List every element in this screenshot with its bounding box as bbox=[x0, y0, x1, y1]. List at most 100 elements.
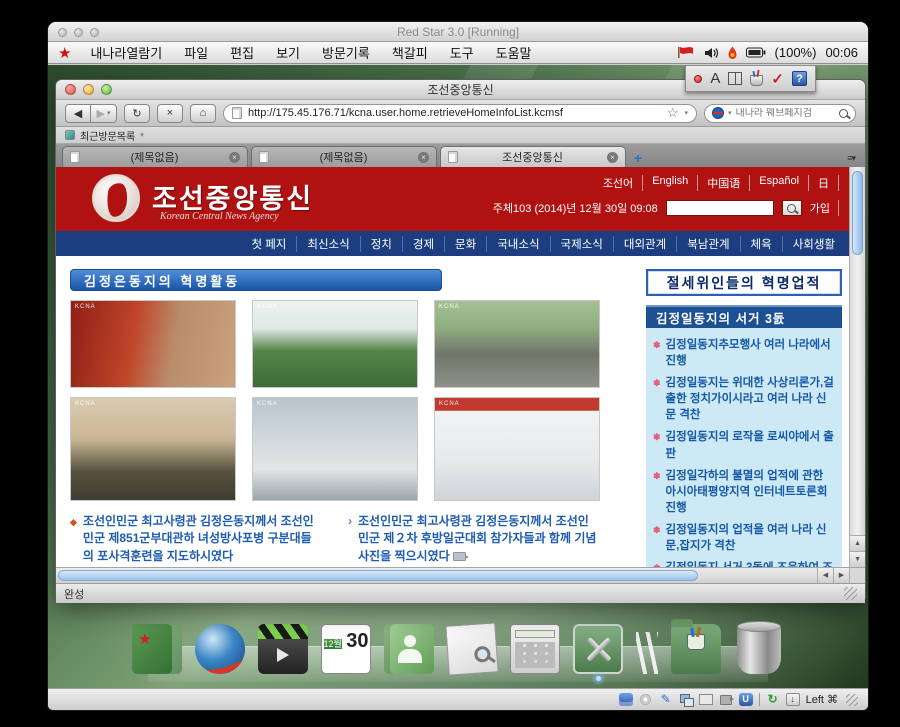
photo-facility[interactable]: KCNA bbox=[434, 397, 600, 501]
bookmark-dropdown-icon[interactable]: ▾ bbox=[140, 131, 144, 139]
tab-close-icon[interactable]: × bbox=[607, 152, 618, 163]
palette-close-button[interactable] bbox=[694, 75, 702, 83]
new-tab-button[interactable]: + bbox=[629, 149, 647, 167]
vm-pointer-icon[interactable]: ✎ bbox=[659, 693, 673, 706]
pen-cup-icon[interactable] bbox=[750, 75, 763, 86]
stop-button[interactable]: × bbox=[157, 104, 183, 123]
dock-calendar-icon[interactable]: 12월 30 bbox=[321, 624, 371, 674]
bookmark-recent-visits[interactable]: 최근방문목록 bbox=[80, 128, 135, 143]
flame-icon[interactable] bbox=[728, 46, 737, 59]
speaker-icon[interactable] bbox=[704, 47, 719, 59]
nav-external[interactable]: 대외관계 bbox=[613, 236, 676, 252]
tab-list-icon[interactable]: ≡▾ bbox=[843, 153, 859, 167]
list-item[interactable]: ✽김정일각하의 불멸의 업적에 관한 아시아태평양지역 인터네트토론회 진행 bbox=[653, 468, 835, 516]
history-dropdown-icon[interactable]: ▾ bbox=[107, 109, 111, 117]
list-item[interactable]: ✽김정일동지 서거 3돐에 즈음하여 조선재외대표부들에서 행사 진행 bbox=[653, 560, 835, 567]
menu-bookmarks[interactable]: 책갈피 bbox=[381, 43, 439, 62]
browser-zoom-button[interactable] bbox=[101, 84, 112, 95]
nav-domestic[interactable]: 국내소식 bbox=[486, 236, 549, 252]
dock-contacts-icon[interactable] bbox=[384, 624, 434, 674]
lang-korean[interactable]: 조선어 bbox=[594, 175, 643, 191]
caption-artillery-drill[interactable]: ◆ 조선인민군 최고사령관 김정은동지께서 조선인민군 제851군부대관하 녀성… bbox=[70, 513, 320, 565]
scroll-right-button[interactable]: ▶ bbox=[833, 568, 849, 583]
url-dropdown-icon[interactable]: ▾ bbox=[684, 109, 688, 117]
photo-hall[interactable]: KCNA bbox=[70, 397, 236, 501]
nav-social[interactable]: 사회생활 bbox=[782, 236, 845, 252]
tab-close-icon[interactable]: × bbox=[418, 152, 429, 163]
photo-troops[interactable]: KCNA bbox=[434, 300, 600, 388]
browser-window-controls[interactable] bbox=[65, 84, 112, 95]
lang-spanish[interactable]: Español bbox=[750, 175, 809, 191]
vm-video-capture-icon[interactable] bbox=[719, 693, 733, 706]
nav-politics[interactable]: 정치 bbox=[360, 236, 402, 252]
vm-close-button[interactable] bbox=[58, 28, 67, 37]
site-search-button[interactable] bbox=[782, 200, 802, 216]
site-search-input[interactable] bbox=[666, 200, 774, 216]
lang-english[interactable]: English bbox=[643, 175, 698, 191]
url-field[interactable]: ☆ ▾ bbox=[223, 104, 697, 123]
nav-north-south[interactable]: 북남관계 bbox=[676, 236, 739, 252]
vm-mouse-integration-icon[interactable]: ↻ bbox=[766, 693, 780, 706]
help-icon[interactable]: ? bbox=[792, 71, 807, 86]
vm-keyboard-capture-icon[interactable]: ↓ bbox=[786, 693, 800, 706]
tab-untitled-2[interactable]: (제목없음) × bbox=[251, 146, 437, 167]
dock-settings-icon[interactable] bbox=[573, 624, 623, 674]
tab-kcna-active[interactable]: 조선중앙통신 × bbox=[440, 146, 626, 167]
dock-media-player-icon[interactable] bbox=[258, 624, 308, 674]
vm-optical-drive-icon[interactable] bbox=[639, 693, 653, 706]
scroll-left-button[interactable]: ◀ bbox=[817, 568, 833, 583]
nav-economy[interactable]: 경제 bbox=[402, 236, 444, 252]
scroll-down-button[interactable]: ▼ bbox=[850, 551, 865, 567]
vm-resize-grip-icon[interactable] bbox=[846, 694, 858, 706]
url-input[interactable] bbox=[248, 107, 661, 119]
flag-icon[interactable] bbox=[677, 46, 695, 59]
columns-tool-icon[interactable] bbox=[728, 72, 742, 85]
list-item[interactable]: ✽김정일동지추모행사 여러 나라에서 진행 bbox=[653, 337, 835, 369]
browser-close-button[interactable] bbox=[65, 84, 76, 95]
list-item[interactable]: ✽김정일동지는 위대한 사상리론가,걸출한 정치가이시라고 여러 나라 신문 격… bbox=[653, 375, 835, 423]
join-link[interactable]: 가입 bbox=[810, 200, 839, 216]
lang-japanese[interactable]: 日 bbox=[809, 175, 839, 191]
dock-search-icon[interactable] bbox=[445, 622, 498, 675]
horizontal-scroll-thumb[interactable] bbox=[58, 570, 698, 581]
menu-tools[interactable]: 도구 bbox=[439, 43, 485, 62]
menu-help[interactable]: 도움말 bbox=[485, 43, 543, 62]
list-item[interactable]: ✽김정일동지의 로작을 로씨야에서 출판 bbox=[653, 429, 835, 461]
menu-app[interactable]: 내나라열람기 bbox=[79, 43, 173, 62]
battery-icon[interactable] bbox=[746, 47, 766, 58]
dock-browser-icon[interactable] bbox=[195, 624, 245, 674]
lang-chinese[interactable]: 中国语 bbox=[698, 175, 750, 191]
photo-podium[interactable]: KCNA bbox=[70, 300, 236, 388]
menu-view[interactable]: 보기 bbox=[265, 43, 311, 62]
search-engine-icon[interactable] bbox=[712, 107, 724, 119]
vm-harddisk-icon[interactable] bbox=[619, 693, 633, 706]
reload-button[interactable]: ↻ bbox=[124, 104, 150, 123]
nav-culture[interactable]: 문화 bbox=[444, 236, 486, 252]
photo-greenhouse[interactable]: KCNA bbox=[252, 300, 418, 388]
vertical-scrollbar[interactable]: ▲ ▼ bbox=[849, 167, 865, 567]
search-magnifier-icon[interactable] bbox=[839, 109, 848, 118]
caption-group-photo[interactable]: › 조선인민군 최고사령관 김정은동지께서 조선인민군 제２차 후방일군대회 참… bbox=[348, 513, 598, 565]
resize-grip-icon[interactable] bbox=[844, 587, 857, 600]
menu-edit[interactable]: 편집 bbox=[219, 43, 265, 62]
dock-calculator-icon[interactable] bbox=[510, 624, 560, 674]
dock-files-icon[interactable] bbox=[671, 624, 721, 674]
search-field[interactable]: ▾ bbox=[704, 104, 856, 123]
vm-minimize-button[interactable] bbox=[74, 28, 83, 37]
vm-usb-icon[interactable]: U bbox=[739, 693, 753, 706]
vm-window-controls[interactable] bbox=[58, 28, 99, 37]
vm-display-icon[interactable] bbox=[699, 693, 713, 706]
tab-untitled-1[interactable]: (제목없음) × bbox=[62, 146, 248, 167]
photo-winter-walk[interactable]: KCNA bbox=[252, 397, 418, 501]
menubar-clock[interactable]: 00:06 bbox=[825, 45, 858, 60]
vm-network-icon[interactable] bbox=[679, 693, 693, 706]
kcna-logo[interactable] bbox=[92, 174, 140, 222]
nav-sports[interactable]: 체육 bbox=[740, 236, 782, 252]
list-item[interactable]: ✽김정일동지의 업적을 여러 나라 신문,잡지가 격찬 bbox=[653, 522, 835, 554]
back-button[interactable]: ◀ bbox=[65, 104, 91, 123]
red-star-menu-icon[interactable]: ★ bbox=[58, 44, 71, 62]
vm-zoom-button[interactable] bbox=[90, 28, 99, 37]
menu-file[interactable]: 파일 bbox=[173, 43, 219, 62]
vertical-scroll-thumb[interactable] bbox=[852, 171, 863, 255]
dock-reader-icon[interactable]: ★ bbox=[132, 624, 182, 674]
